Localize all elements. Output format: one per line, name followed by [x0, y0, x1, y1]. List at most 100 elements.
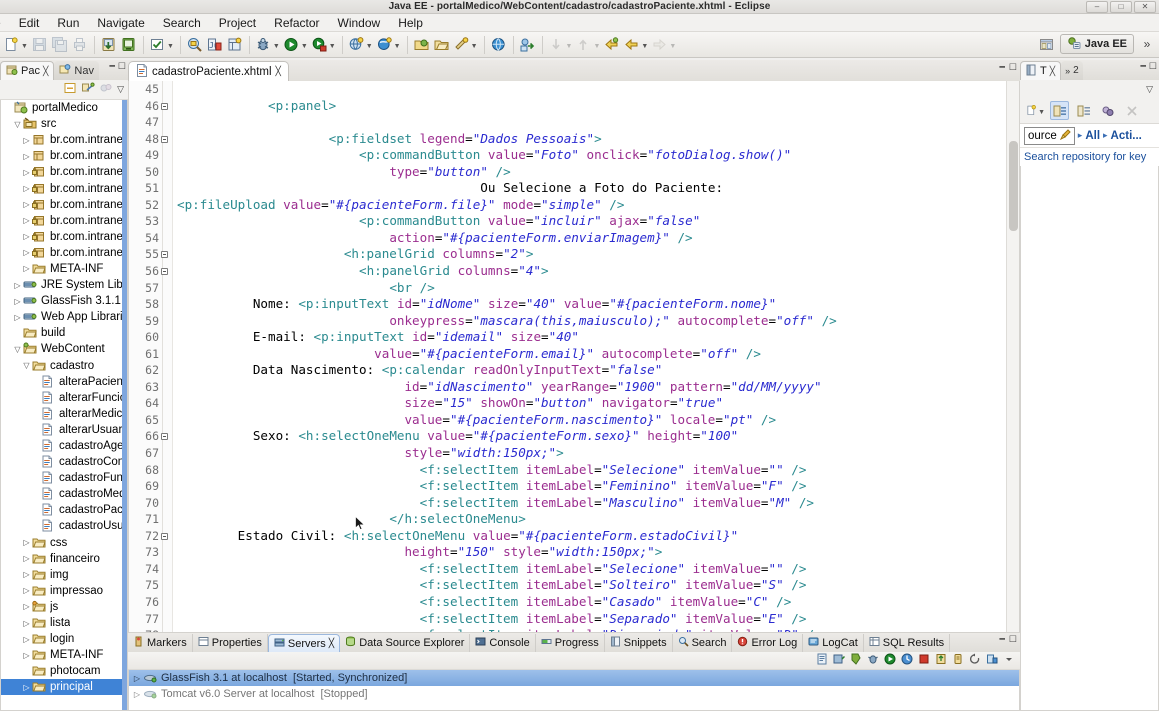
tree-item[interactable]: financeiro [1, 551, 127, 567]
editor-vertical-scrollbar[interactable] [1006, 81, 1019, 632]
tab-error-log[interactable]: Error Log [732, 634, 804, 652]
collapse-all-icon[interactable] [63, 81, 77, 98]
close-icon[interactable]: ╳ [329, 638, 334, 649]
export-icon[interactable] [120, 34, 138, 56]
new-server-icon[interactable]: ▼ [348, 34, 374, 56]
open-perspective-icon[interactable] [1037, 34, 1057, 54]
debug-icon[interactable]: ▼ [255, 34, 281, 56]
chevron-right-icon[interactable] [21, 683, 32, 692]
code-line[interactable]: action="#{pacienteForm.enviarImagem}" /> [177, 230, 1019, 247]
tab-overflow[interactable]: » 2 [1061, 61, 1083, 80]
tab-snippets[interactable]: T ╳ [1020, 61, 1062, 80]
fold-toggle-icon[interactable] [161, 433, 168, 441]
run-icon[interactable]: ▼ [283, 34, 309, 56]
save-all-icon[interactable] [51, 34, 69, 56]
code-line[interactable]: <p:commandButton value="incluir" ajax="f… [177, 213, 1019, 230]
code-line[interactable]: Sexo: <h:selectOneMenu value="#{paciente… [177, 428, 1019, 445]
code-line[interactable]: <f:selectItem itemLabel="Feminino" itemV… [177, 478, 1019, 495]
clear-icon[interactable] [1122, 101, 1141, 120]
tab-search[interactable]: Search [673, 634, 733, 652]
servers-list[interactable]: ▷ GlassFish 3.1 at localhost [Started, Syn… [128, 670, 1020, 711]
menu-item-edit[interactable]: Edit [10, 14, 49, 31]
menu-item-run[interactable]: Run [48, 14, 88, 31]
tree-item[interactable]: br.com.intranet.p [1, 164, 127, 180]
tree-item[interactable]: cadastroConve [1, 454, 127, 470]
code-line[interactable]: </h:selectOneMenu> [177, 511, 1019, 528]
folding-column[interactable] [163, 81, 173, 632]
chevron-down-icon[interactable]: ▼ [301, 43, 308, 50]
tree-item[interactable]: WebContent [1, 341, 127, 357]
fold-toggle-icon[interactable] [161, 268, 168, 276]
chevron-right-icon[interactable] [21, 651, 32, 660]
fold-toggle-icon[interactable] [161, 251, 168, 259]
chevron-right-icon[interactable] [21, 619, 32, 628]
code-line[interactable] [177, 81, 1019, 98]
close-icon[interactable]: ╳ [276, 66, 281, 77]
code-line[interactable]: <p:fieldset legend="Dados Pessoais"> [177, 131, 1019, 148]
menu-item-search[interactable]: Search [154, 14, 210, 31]
tree-item[interactable]: GlassFish 3.1.1 [Glas [1, 293, 127, 309]
chevron-down-icon[interactable]: ▼ [167, 43, 174, 50]
tree-item[interactable]: portalMedico [1, 100, 127, 116]
code-line[interactable]: <f:selectItem itemLabel="Selecione" item… [177, 462, 1019, 479]
open-resource-icon[interactable] [413, 34, 431, 56]
close-button[interactable]: ✕ [1134, 1, 1156, 13]
tree-item[interactable]: impressao [1, 583, 127, 599]
menu-item-navigate[interactable]: Navigate [88, 14, 153, 31]
menu-item-help[interactable]: Help [389, 14, 432, 31]
code-line[interactable]: Ou Selecione a Foto do Paciente: [177, 180, 1019, 197]
customize-icon[interactable] [1074, 101, 1093, 120]
tab-servers[interactable]: Servers ╳ [267, 634, 341, 652]
fold-toggle-icon[interactable] [161, 532, 168, 540]
tree-item[interactable]: cadastroAgend [1, 438, 127, 454]
chevron-right-icon[interactable] [12, 313, 23, 322]
prev-annotation-icon[interactable]: ▼ [575, 34, 601, 56]
tree-item[interactable]: br.com.intranet.p [1, 213, 127, 229]
chevron-right-icon[interactable] [21, 570, 32, 579]
code-line[interactable]: <h:panelGrid columns="2"> [177, 246, 1019, 263]
chevron-right-icon[interactable]: ▷ [131, 674, 143, 683]
tab-sql-results[interactable]: SQL Results [864, 634, 951, 652]
chevron-right-icon[interactable] [21, 216, 32, 225]
chevron-down-icon[interactable]: ▼ [669, 43, 676, 50]
code-line[interactable]: Data Nascimento: <p:calendar readOnlyInp… [177, 362, 1019, 379]
clean-icon[interactable] [952, 653, 964, 668]
fold-toggle-icon[interactable] [161, 135, 168, 143]
new-java-package-icon[interactable] [226, 34, 244, 56]
tab-markers[interactable]: Markers [128, 634, 193, 652]
chevron-down-icon[interactable]: ▼ [593, 43, 600, 50]
tree-scrollbar[interactable] [122, 100, 127, 710]
tree-item[interactable]: br.com.intranet.p [1, 148, 127, 164]
close-icon[interactable]: ╳ [1050, 66, 1055, 77]
tab-properties[interactable]: Properties [193, 634, 268, 652]
tree-item[interactable]: alteraPaciente [1, 374, 127, 390]
code-line[interactable] [177, 114, 1019, 131]
code-line[interactable]: <p:fileUpload value="#{pacienteForm.file… [177, 197, 1019, 214]
code-line[interactable]: E-mail: <p:inputText id="idemail" size="… [177, 329, 1019, 346]
tree-item[interactable]: cadastroUsuar [1, 518, 127, 534]
new-wizard-icon[interactable]: ▼ [3, 34, 29, 56]
code-line[interactable]: style="width:150px;"> [177, 445, 1019, 462]
tree-item[interactable]: META-INF [1, 261, 127, 277]
minimize-icon[interactable]: ━ [1141, 61, 1146, 72]
code-line[interactable]: <f:selectItem itemLabel="Selecione" item… [177, 561, 1019, 578]
tree-item[interactable]: Web App Libraries [1, 309, 127, 325]
chevron-down-icon[interactable]: ▼ [566, 43, 573, 50]
new-connection-icon[interactable]: ▼ [376, 34, 402, 56]
chevron-right-icon[interactable] [12, 297, 23, 306]
tree-item[interactable]: build [1, 325, 127, 341]
tree-item[interactable]: img [1, 567, 127, 583]
tree-item[interactable]: src [1, 116, 127, 132]
build-all-icon[interactable]: ▼ [149, 34, 175, 56]
link-with-editor-icon[interactable] [81, 81, 95, 98]
code-line[interactable]: <f:selectItem itemLabel="Solteiro" itemV… [177, 577, 1019, 594]
tab-snippets[interactable]: Snippets [605, 634, 673, 652]
back-icon[interactable]: ▼ [623, 34, 649, 56]
code-line[interactable]: <f:selectItem itemLabel="Casado" itemVal… [177, 594, 1019, 611]
chevron-down-icon[interactable]: ▼ [394, 43, 401, 50]
tree-item[interactable]: cadastroFunci [1, 470, 127, 486]
tree-item[interactable]: login [1, 631, 127, 647]
maximize-icon[interactable]: ☐ [1009, 634, 1017, 645]
view-menu-icon[interactable]: ▽ [1146, 84, 1153, 95]
tree-item[interactable]: br.com.intranet.fi [1, 132, 127, 148]
